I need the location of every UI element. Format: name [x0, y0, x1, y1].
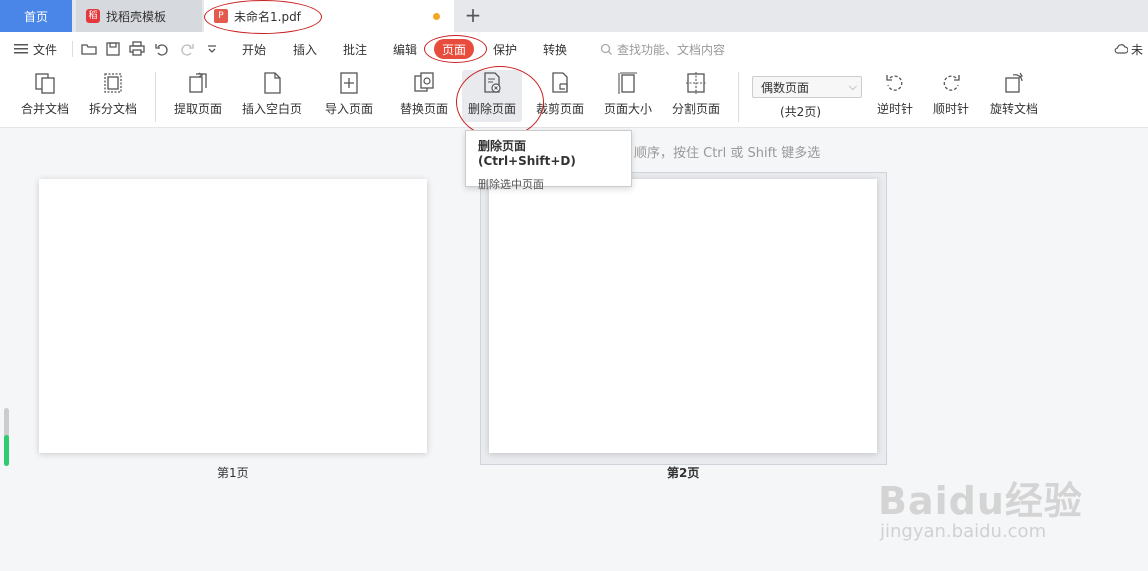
menu-tab-convert[interactable]: 转换	[543, 32, 567, 66]
search-icon	[600, 43, 612, 55]
rotate-ccw-button[interactable]: 逆时针	[872, 70, 918, 122]
quick-access-dropdown-icon[interactable]	[203, 40, 221, 58]
save-icon[interactable]	[104, 40, 122, 58]
menu-tab-edit[interactable]: 编辑	[393, 32, 417, 66]
page-size-icon	[618, 72, 637, 94]
cloud-label: 未	[1131, 42, 1144, 57]
annotation-ring-document-tab	[204, 0, 322, 34]
open-folder-icon[interactable]	[80, 40, 98, 58]
toolbar-divider	[738, 72, 739, 122]
rotate-ccw-label: 逆时针	[876, 102, 913, 116]
multi-select-hint: 顺序，按住 Ctrl 或 Shift 键多选	[634, 146, 821, 161]
tab-bar: 首页 稻 找稻壳模板 P 未命名1.pdf +	[0, 0, 1148, 32]
split-document-icon	[104, 73, 122, 93]
cloud-status[interactable]: 未	[1114, 40, 1143, 58]
merge-document-button[interactable]: 合并文档	[16, 70, 74, 122]
cloud-icon	[1114, 44, 1128, 54]
unsaved-dot-icon	[433, 13, 440, 20]
insert-blank-page-icon	[264, 72, 281, 94]
tab-home[interactable]: 首页	[0, 0, 72, 32]
tooltip-title: 删除页面 (Ctrl+Shift+D)	[478, 139, 576, 168]
baidu-watermark-url: jingyan.baidu.com	[880, 521, 1047, 542]
page-label-2: 第2页	[667, 466, 700, 480]
toolbar-divider	[155, 72, 156, 122]
split-document-button[interactable]: 拆分文档	[84, 70, 142, 122]
divide-page-icon	[686, 72, 706, 94]
template-logo-icon: 稻	[86, 9, 100, 23]
file-menu-label: 文件	[33, 42, 58, 57]
page-range-select[interactable]: 偶数页面 ⌵	[752, 76, 862, 98]
print-icon[interactable]	[128, 40, 146, 58]
add-tab-button[interactable]: +	[462, 4, 484, 26]
rotate-cw-button[interactable]: 顺时针	[928, 70, 974, 122]
merge-document-label: 合并文档	[20, 102, 69, 116]
rotate-cw-label: 顺时针	[932, 102, 969, 116]
replace-page-icon	[414, 72, 434, 92]
file-menu[interactable]: 文件	[14, 32, 57, 66]
search-placeholder: 查找功能、文档内容	[617, 42, 726, 57]
divide-page-label: 分割页面	[671, 102, 720, 116]
menu-tab-protect[interactable]: 保护	[493, 32, 517, 66]
undo-icon[interactable]	[153, 40, 171, 58]
annotation-ring-delete-page	[456, 66, 544, 138]
ribbon-toolbar: 合并文档 拆分文档 提取页面 插入空白页 导入页面 替换页面 删除页面 裁剪页面…	[0, 66, 1148, 128]
menu-tab-start[interactable]: 开始	[242, 32, 266, 66]
menu-tab-insert[interactable]: 插入	[293, 32, 317, 66]
annotation-ring-page-tab	[424, 35, 487, 63]
tooltip-description: 删除选中页面	[478, 178, 544, 191]
insert-blank-page-label: 插入空白页	[241, 102, 302, 116]
tab-template[interactable]: 稻 找稻壳模板	[76, 0, 202, 32]
import-page-label: 导入页面	[324, 102, 373, 116]
replace-page-label: 替换页面	[399, 102, 448, 116]
divider	[72, 41, 73, 57]
menu-bar: 文件 开始 插入 批注 编辑 页面 保护 转换 查找功能、文档内容 未	[0, 32, 1148, 66]
page-range-value: 偶数页面	[761, 80, 810, 95]
rotate-document-button[interactable]: 旋转文档	[986, 70, 1042, 122]
import-page-button[interactable]: 导入页面	[318, 70, 380, 122]
menu-tab-annotate[interactable]: 批注	[343, 32, 367, 66]
page-label-1: 第1页	[217, 466, 249, 480]
split-document-label: 拆分文档	[88, 102, 137, 116]
extract-page-icon	[189, 72, 207, 93]
rotate-ccw-icon	[886, 75, 903, 91]
rotate-document-icon	[1005, 72, 1023, 93]
extract-page-label: 提取页面	[173, 102, 222, 116]
page-thumbnail-1[interactable]	[39, 179, 427, 453]
extract-page-button[interactable]: 提取页面	[170, 70, 226, 122]
scroll-thumb[interactable]	[4, 435, 9, 466]
hamburger-icon	[14, 44, 28, 54]
tab-template-label: 找稻壳模板	[106, 9, 167, 24]
import-page-icon	[340, 72, 358, 94]
insert-blank-page-button[interactable]: 插入空白页	[238, 70, 306, 122]
baidu-watermark: Baidu经验	[878, 479, 1083, 523]
merge-document-icon	[35, 73, 55, 94]
search-box[interactable]: 查找功能、文档内容	[600, 32, 725, 66]
page-count: (共2页)	[780, 105, 821, 119]
page-size-label: 页面大小	[603, 102, 652, 116]
replace-page-button[interactable]: 替换页面	[396, 70, 452, 122]
chevron-down-icon: ⌵	[848, 80, 857, 93]
divide-page-button[interactable]: 分割页面	[668, 70, 724, 122]
delete-page-tooltip: 删除页面 (Ctrl+Shift+D) 删除选中页面	[465, 130, 632, 191]
crop-page-icon	[552, 72, 568, 93]
rotate-cw-icon	[943, 75, 960, 91]
page-size-button[interactable]: 页面大小	[600, 70, 656, 122]
page-thumbnail-2[interactable]	[489, 179, 877, 453]
tab-home-label: 首页	[23, 9, 48, 24]
redo-icon[interactable]	[178, 40, 196, 58]
rotate-document-label: 旋转文档	[989, 102, 1038, 116]
